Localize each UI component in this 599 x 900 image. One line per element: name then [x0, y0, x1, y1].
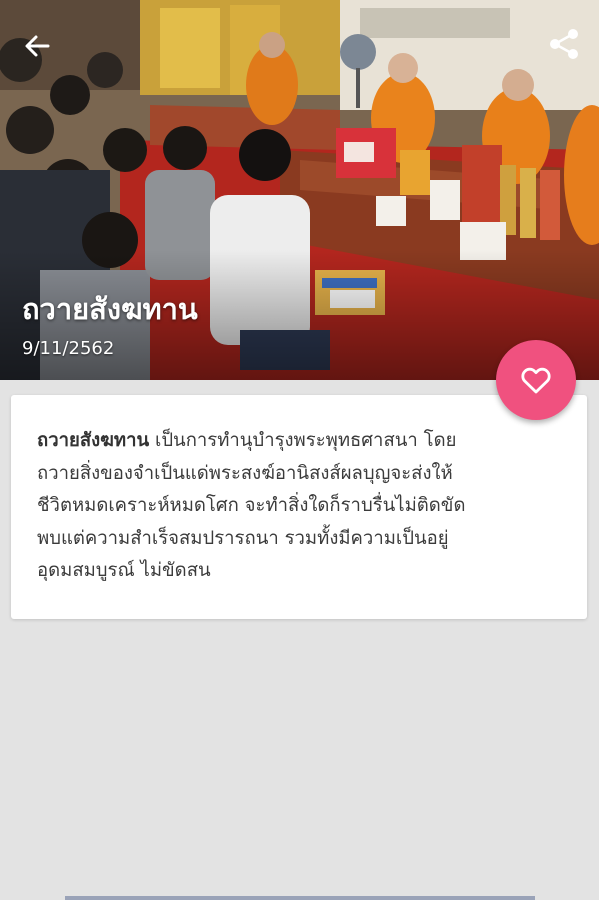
heart-outline-icon [521, 367, 551, 394]
description-line-1: ถวายสังฆทาน เป็นการทำนุบำรุงพระพุทธศาสนา… [37, 425, 567, 458]
arrow-left-icon [25, 35, 50, 57]
description-line-3: ชีวิตหมดเคราะห์หมดโศก จะทำสิ่งใดก็ราบรื่… [37, 495, 466, 516]
back-button[interactable] [18, 26, 58, 66]
post-date: 9/11/2562 [22, 338, 115, 359]
favorite-button[interactable] [496, 340, 576, 420]
page-title: ถวายสังฆทาน [22, 292, 198, 326]
description-card: ถวายสังฆทาน เป็นการทำนุบำรุงพระพุทธศาสนา… [11, 395, 587, 619]
hero-image: ถวายสังฆทาน 9/11/2562 [0, 0, 599, 380]
description-line-5: อุดมสมบูรณ์ ไม่ขัดสน [37, 560, 211, 581]
share-button[interactable] [544, 24, 584, 64]
share-icon [550, 29, 578, 59]
description-term: ถวายสังฆทาน [37, 430, 150, 451]
description-line-2: ถวายสิ่งของจำเป็นแด่พระสงฆ์อานิสงส์ผลบุญ… [37, 462, 453, 484]
description-line-4: พบแต่ความสำเร็จสมปรารถนา รวมทั้งมีความเป… [37, 527, 449, 549]
description-text: ถวายสังฆทาน เป็นการทำนุบำรุงพระพุทธศาสนา… [37, 425, 567, 588]
description-line-1-rest: เป็นการทำนุบำรุงพระพุทธศาสนา โดย [149, 430, 457, 451]
bottom-indicator [65, 896, 535, 900]
